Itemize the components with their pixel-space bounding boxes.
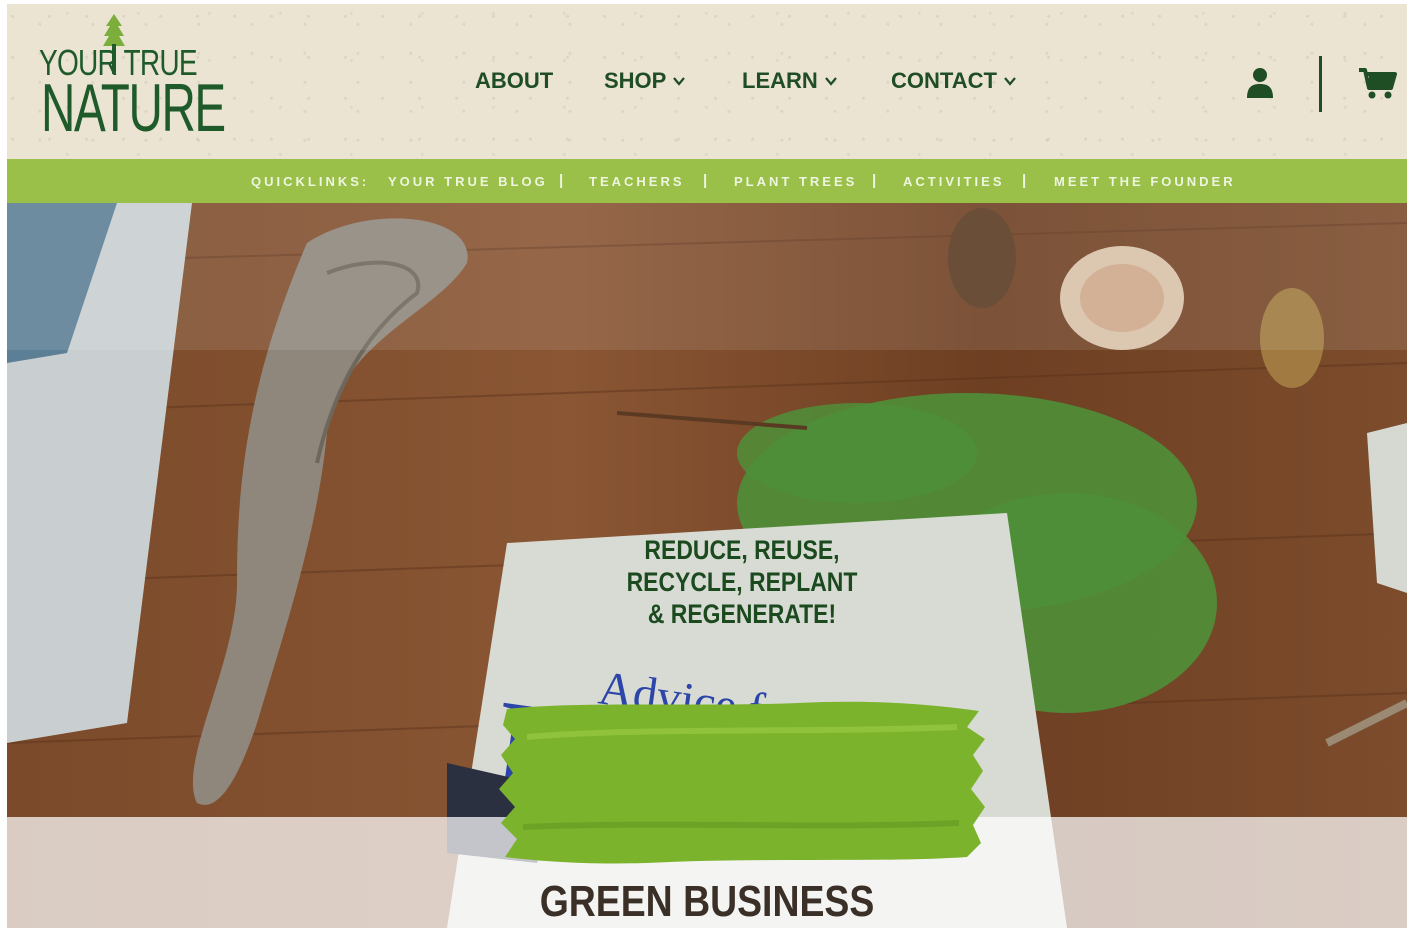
header-divider: [1319, 56, 1322, 112]
quicklinks-label: QUICKLINKS:: [251, 174, 370, 189]
nav-about-label: ABOUT: [475, 68, 554, 93]
chevron-down-icon: [824, 77, 837, 86]
quicklink-separator: |: [872, 172, 877, 189]
chevron-down-icon: [673, 77, 686, 86]
nav-learn[interactable]: LEARN: [742, 68, 838, 94]
quicklink-teachers[interactable]: TEACHERS: [589, 174, 685, 189]
page: YOUR TRUE NATURE ABOUT SHOP LEARN CONTAC…: [7, 4, 1407, 928]
nav-contact[interactable]: CONTACT: [891, 68, 1017, 94]
quicklink-plant-trees[interactable]: PLANT TREES: [734, 174, 857, 189]
quicklink-blog[interactable]: YOUR TRUE BLOG: [388, 174, 548, 189]
nav-learn-label: LEARN: [742, 68, 818, 93]
quicklink-separator: |: [1022, 172, 1027, 189]
site-header: YOUR TRUE NATURE ABOUT SHOP LEARN CONTAC…: [7, 4, 1407, 159]
nav-shop[interactable]: SHOP: [604, 68, 686, 94]
shopping-cart-icon[interactable]: [1357, 66, 1397, 100]
slogan-line-1: REDUCE, REUSE,: [644, 535, 840, 565]
nav-contact-label: CONTACT: [891, 68, 997, 93]
slogan-brush-stroke: [499, 701, 985, 864]
quicklink-separator: |: [703, 172, 708, 189]
hero-banner: Advice from the EARTH REDUCE, REUSE, REC…: [7, 203, 1407, 928]
quicklinks-bar: QUICKLINKS: YOUR TRUE BLOG | TEACHERS | …: [7, 159, 1407, 203]
slogan-line-2: RECYCLE, REPLANT: [626, 567, 858, 597]
section-title: GREEN BUSINESS: [539, 877, 875, 926]
hero-slogan: REDUCE, REUSE, RECYCLE, REPLANT & REGENE…: [534, 534, 951, 630]
main-nav: ABOUT SHOP LEARN CONTACT: [7, 68, 1407, 98]
quicklink-activities[interactable]: ACTIVITIES: [903, 174, 1005, 189]
quicklink-separator: |: [559, 172, 564, 189]
nav-shop-label: SHOP: [604, 68, 667, 93]
quicklink-meet-founder[interactable]: MEET THE FOUNDER: [1054, 174, 1236, 189]
slogan-line-3: & REGENERATE!: [647, 599, 837, 629]
chevron-down-icon: [1004, 77, 1016, 86]
user-account-icon[interactable]: [1245, 66, 1275, 100]
nav-about[interactable]: ABOUT: [475, 68, 553, 94]
